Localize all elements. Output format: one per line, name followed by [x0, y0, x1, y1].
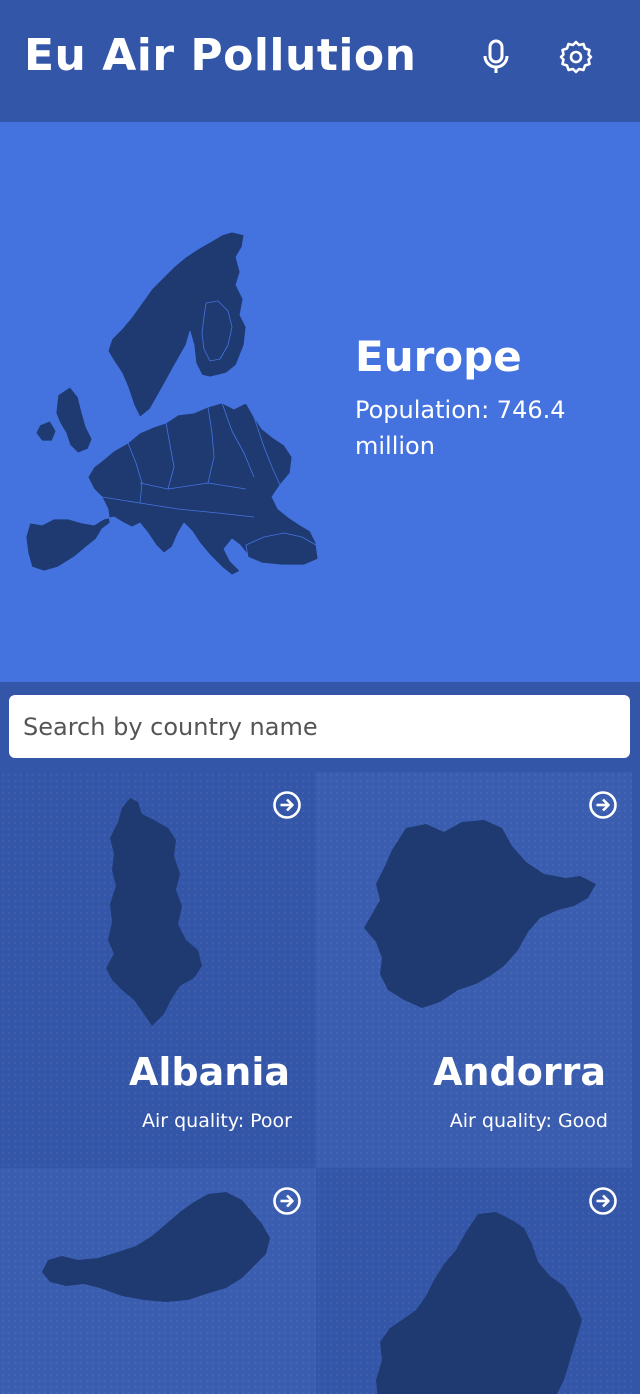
open-country-button[interactable]: [272, 790, 302, 820]
search-bar: [0, 682, 640, 772]
open-country-button[interactable]: [588, 1186, 618, 1216]
arrow-right-circle-icon: [589, 791, 617, 819]
andorra-map-image: [364, 820, 596, 1008]
country-card-belarus[interactable]: [316, 1168, 632, 1394]
air-quality-value: Poor: [250, 1110, 292, 1132]
country-name: Albania: [129, 1050, 290, 1094]
air-quality-text: Air quality: Poor: [142, 1110, 292, 1132]
open-country-button[interactable]: [272, 1186, 302, 1216]
app-title: Eu Air Pollution: [24, 30, 417, 81]
country-card-austria[interactable]: [0, 1168, 316, 1394]
arrow-right-circle-icon: [273, 1187, 301, 1215]
albania-map-image: [106, 798, 202, 1026]
region-hero: Europe Population: 746.4 million: [0, 122, 640, 682]
country-card-andorra[interactable]: Andorra Air quality: Good: [316, 772, 632, 1168]
open-country-button[interactable]: [588, 790, 618, 820]
country-name: Andorra: [433, 1050, 606, 1094]
country-card-albania[interactable]: Albania Air quality: Poor: [0, 772, 316, 1168]
air-quality-value: Good: [557, 1110, 608, 1132]
gear-icon: [559, 40, 593, 74]
arrow-right-circle-icon: [589, 1187, 617, 1215]
microphone-icon: [483, 39, 509, 73]
voice-search-button[interactable]: [474, 35, 518, 79]
austria-map-image: [42, 1192, 270, 1302]
settings-button[interactable]: [554, 35, 598, 79]
search-input[interactable]: [9, 695, 630, 758]
air-quality-text: Air quality: Good: [450, 1110, 608, 1132]
europe-map-image: [25, 231, 319, 576]
arrow-right-circle-icon: [273, 791, 301, 819]
region-population: Population: 746.4 million: [355, 396, 566, 460]
air-quality-label: Air quality:: [449, 1110, 558, 1132]
app-screen: Eu Air Pollution Europe Population: 746.…: [0, 0, 640, 1394]
belarus-map-image: [376, 1212, 582, 1394]
region-title: Europe: [355, 332, 522, 381]
country-grid: Albania Air quality: Poor Andorra Air qu…: [0, 772, 640, 1394]
air-quality-label: Air quality:: [141, 1110, 251, 1132]
app-header: Eu Air Pollution: [0, 0, 640, 122]
